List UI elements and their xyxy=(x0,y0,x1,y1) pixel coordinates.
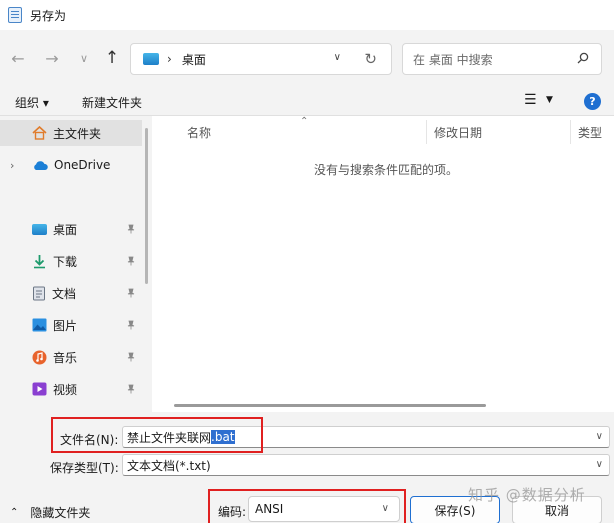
document-icon xyxy=(33,286,45,300)
address-bar[interactable]: › 桌面 ∨ ↻ xyxy=(130,43,392,75)
picture-icon xyxy=(32,318,47,332)
sidebar-item-label: 桌面 xyxy=(53,222,78,237)
search-placeholder: 在 桌面 中搜索 xyxy=(413,52,493,67)
pin-icon[interactable] xyxy=(126,288,136,298)
column-header-type[interactable]: 类型 xyxy=(578,124,602,141)
view-options-icon[interactable]: ☰ xyxy=(524,92,537,108)
navigation-pane: 主文件夹 › OneDrive 桌面 下载 文档 图片 音乐 视频 xyxy=(0,116,152,412)
pin-icon[interactable] xyxy=(126,320,136,330)
sidebar-item-videos[interactable]: 视频 xyxy=(0,376,142,402)
view-dropdown-icon[interactable]: ▼ xyxy=(546,95,553,105)
sidebar-item-label: 主文件夹 xyxy=(53,126,102,141)
column-header-name[interactable]: 名称 xyxy=(187,124,211,141)
sidebar-item-pictures[interactable]: 图片 xyxy=(0,312,142,338)
arrow-left-icon[interactable]: ← xyxy=(8,48,28,68)
breadcrumb-desktop[interactable]: 桌面 xyxy=(182,51,206,68)
sidebar-item-desktop[interactable]: 桌面 xyxy=(0,216,142,242)
sidebar-item-onedrive[interactable]: › OneDrive xyxy=(0,152,142,178)
sidebar-item-label: 文档 xyxy=(52,286,77,301)
sidebar-item-label: OneDrive xyxy=(54,158,111,172)
hide-folders-toggle[interactable]: ⌃ 隐藏文件夹 xyxy=(10,504,90,521)
navigation-bar: ← → ∨ ↑ › 桌面 ∨ ↻ 在 桌面 中搜索 xyxy=(0,30,614,86)
sidebar-item-label: 音乐 xyxy=(53,350,78,365)
address-dropdown-icon[interactable]: ∨ xyxy=(334,52,341,63)
help-icon[interactable]: ? xyxy=(584,93,601,110)
chevron-up-icon: ⌃ xyxy=(10,507,19,518)
sidebar-item-documents[interactable]: 文档 xyxy=(0,280,142,306)
horizontal-scrollbar[interactable] xyxy=(174,404,486,407)
hide-folders-label: 隐藏文件夹 xyxy=(30,506,91,520)
desktop-icon xyxy=(143,53,159,65)
sidebar-item-label: 视频 xyxy=(53,382,78,397)
search-icon xyxy=(577,52,589,64)
pin-icon[interactable] xyxy=(126,256,136,266)
sidebar-item-label: 下载 xyxy=(53,254,78,269)
empty-message: 没有与搜索条件匹配的项。 xyxy=(314,163,459,177)
title-bar: 另存为 xyxy=(0,0,614,30)
sidebar-scrollbar[interactable] xyxy=(145,128,148,284)
sidebar-item-label: 图片 xyxy=(53,318,78,333)
pin-icon[interactable] xyxy=(126,224,136,234)
sidebar-item-music[interactable]: 音乐 xyxy=(0,344,142,370)
watermark: 知乎 @数据分析 xyxy=(468,486,586,504)
pin-icon[interactable] xyxy=(126,352,136,362)
filetype-label: 保存类型(T): xyxy=(50,461,119,475)
video-icon xyxy=(32,382,47,396)
file-list: ⌃ 名称 修改日期 类型 没有与搜索条件匹配的项。 xyxy=(152,116,614,412)
filetype-select[interactable]: 文本文档(*.txt) ∨ xyxy=(122,454,610,476)
chevron-down-icon[interactable]: ∨ xyxy=(596,431,603,442)
search-input[interactable]: 在 桌面 中搜索 xyxy=(402,43,602,75)
refresh-icon[interactable]: ↻ xyxy=(364,50,377,68)
download-icon xyxy=(34,254,45,268)
notepad-icon xyxy=(8,7,22,23)
organize-button[interactable]: 组织 ▾ xyxy=(15,94,49,111)
chevron-down-icon[interactable]: ∨ xyxy=(596,459,603,470)
sidebar-item-downloads[interactable]: 下载 xyxy=(0,248,142,274)
filetype-value: 文本文档(*.txt) xyxy=(127,458,211,473)
sort-ascending-icon: ⌃ xyxy=(300,116,309,127)
cloud-icon xyxy=(34,160,48,170)
breadcrumb-separator-icon: › xyxy=(167,52,172,66)
sidebar-item-home[interactable]: 主文件夹 xyxy=(0,120,142,146)
chevron-down-icon[interactable]: ∨ xyxy=(74,48,94,68)
column-divider[interactable] xyxy=(426,120,427,144)
desktop-icon xyxy=(32,223,47,235)
arrow-right-icon[interactable]: → xyxy=(42,48,62,68)
highlight-box-filename xyxy=(51,417,263,453)
music-icon xyxy=(32,350,47,364)
new-folder-button[interactable]: 新建文件夹 xyxy=(82,94,142,111)
column-header-date-modified[interactable]: 修改日期 xyxy=(434,124,482,141)
command-bar: 组织 ▾ 新建文件夹 ☰ ▼ ? xyxy=(0,86,614,116)
column-divider[interactable] xyxy=(570,120,571,144)
pin-icon[interactable] xyxy=(126,384,136,394)
home-icon xyxy=(32,126,47,140)
arrow-up-icon[interactable]: ↑ xyxy=(102,48,122,68)
save-form: 文件名(N): 禁止文件夹联网 .bat ∨ 保存类型(T): 文本文档(*.tx… xyxy=(0,412,614,523)
highlight-box-encoding xyxy=(208,489,406,523)
window-title: 另存为 xyxy=(30,8,67,23)
chevron-right-icon[interactable]: › xyxy=(10,159,14,172)
